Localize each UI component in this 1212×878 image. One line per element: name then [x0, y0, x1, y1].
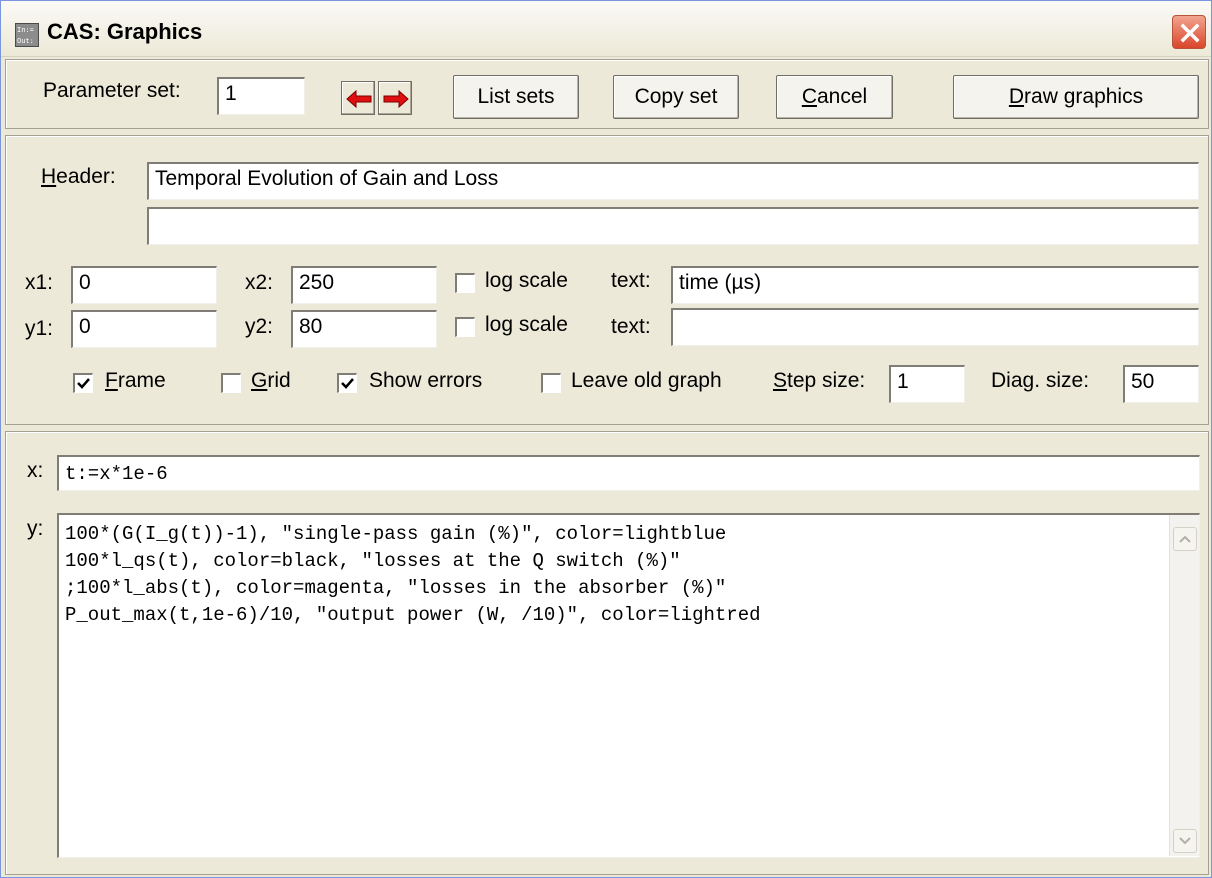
header-line-2-input[interactable]: [147, 207, 1199, 245]
y-log-scale-label: log scale: [485, 313, 568, 336]
y-expression-line: 100*l_qs(t), color=black, "losses at the…: [65, 550, 681, 572]
grid-checkbox[interactable]: [221, 373, 241, 393]
x-log-scale-checkbox[interactable]: [455, 273, 475, 293]
show-errors-checkbox[interactable]: [337, 373, 357, 393]
parameter-set-label: Parameter set:: [43, 79, 181, 102]
scroll-up-button[interactable]: [1173, 527, 1197, 551]
chevron-down-icon: [1179, 837, 1191, 845]
x2-input[interactable]: 250: [291, 266, 437, 304]
x-expression-input[interactable]: t:=x*1e-6: [57, 455, 1200, 491]
header-label: Header:: [41, 165, 116, 188]
close-button[interactable]: [1172, 15, 1206, 49]
cancel-button[interactable]: Cancel: [776, 75, 893, 119]
leave-old-graph-checkbox[interactable]: [541, 373, 561, 393]
cancel-label: Cancel: [801, 85, 868, 108]
x2-label: x2:: [245, 271, 274, 294]
step-size-label: Step size:: [773, 369, 866, 392]
y1-input[interactable]: 0: [71, 310, 217, 348]
vertical-scrollbar[interactable]: [1169, 515, 1199, 856]
cas-graphics-window: In:= Out: CAS: Graphics Parameter set: 1 …: [0, 0, 1212, 878]
scroll-down-button[interactable]: [1173, 829, 1197, 853]
next-set-button[interactable]: [378, 81, 412, 115]
step-size-input[interactable]: 1: [889, 365, 965, 403]
y-expression-textarea[interactable]: 100*(G(I_g(t))-1), "single-pass gain (%)…: [57, 513, 1200, 858]
x-text-label: text:: [611, 269, 651, 292]
previous-set-button[interactable]: [341, 81, 375, 115]
leave-old-graph-label: Leave old graph: [571, 369, 722, 392]
app-icon: In:= Out:: [15, 23, 39, 47]
x1-input[interactable]: 0: [71, 266, 217, 304]
y2-label: y2:: [245, 315, 274, 338]
diag-size-label: Diag. size:: [991, 369, 1090, 392]
diag-size-input[interactable]: 50: [1123, 365, 1199, 403]
grid-label: Grid: [251, 369, 291, 392]
checkmark-icon: [77, 378, 90, 389]
parameter-set-input[interactable]: 1: [217, 77, 305, 115]
y2-input[interactable]: 80: [291, 310, 437, 348]
y-expression-line: ;100*l_abs(t), color=magenta, "losses in…: [65, 577, 727, 599]
frame-checkbox[interactable]: [73, 373, 93, 393]
draw-graphics-label: Draw graphics: [1008, 85, 1144, 108]
x1-label: x1:: [25, 271, 54, 294]
x-text-input[interactable]: time (µs): [671, 266, 1199, 304]
red-left-arrow-icon: [346, 90, 372, 108]
window-title: CAS: Graphics: [47, 19, 203, 44]
red-right-arrow-icon: [383, 90, 409, 108]
frame-label: Frame: [105, 369, 166, 392]
header-line-1-input[interactable]: Temporal Evolution of Gain and Loss: [147, 162, 1199, 200]
x-expression-label: x:: [27, 459, 44, 482]
x-log-scale-label: log scale: [485, 269, 568, 292]
list-sets-button[interactable]: List sets: [453, 75, 579, 119]
title-bar: In:= Out: CAS: Graphics: [1, 1, 1211, 57]
y-expression-label: y:: [27, 517, 44, 540]
checkmark-icon: [341, 378, 354, 389]
show-errors-label: Show errors: [369, 369, 483, 392]
y-log-scale-checkbox[interactable]: [455, 317, 475, 337]
y-text-label: text:: [611, 315, 651, 338]
close-icon: [1180, 23, 1200, 43]
y1-label: y1:: [25, 317, 54, 340]
chevron-up-icon: [1179, 535, 1191, 543]
draw-graphics-button[interactable]: Draw graphics: [953, 75, 1199, 119]
y-expression-line: 100*(G(I_g(t))-1), "single-pass gain (%)…: [65, 523, 727, 545]
y-text-input[interactable]: [671, 308, 1199, 346]
copy-set-button[interactable]: Copy set: [613, 75, 739, 119]
y-expression-line: P_out_max(t,1e-6)/10, "output power (W, …: [65, 604, 761, 626]
